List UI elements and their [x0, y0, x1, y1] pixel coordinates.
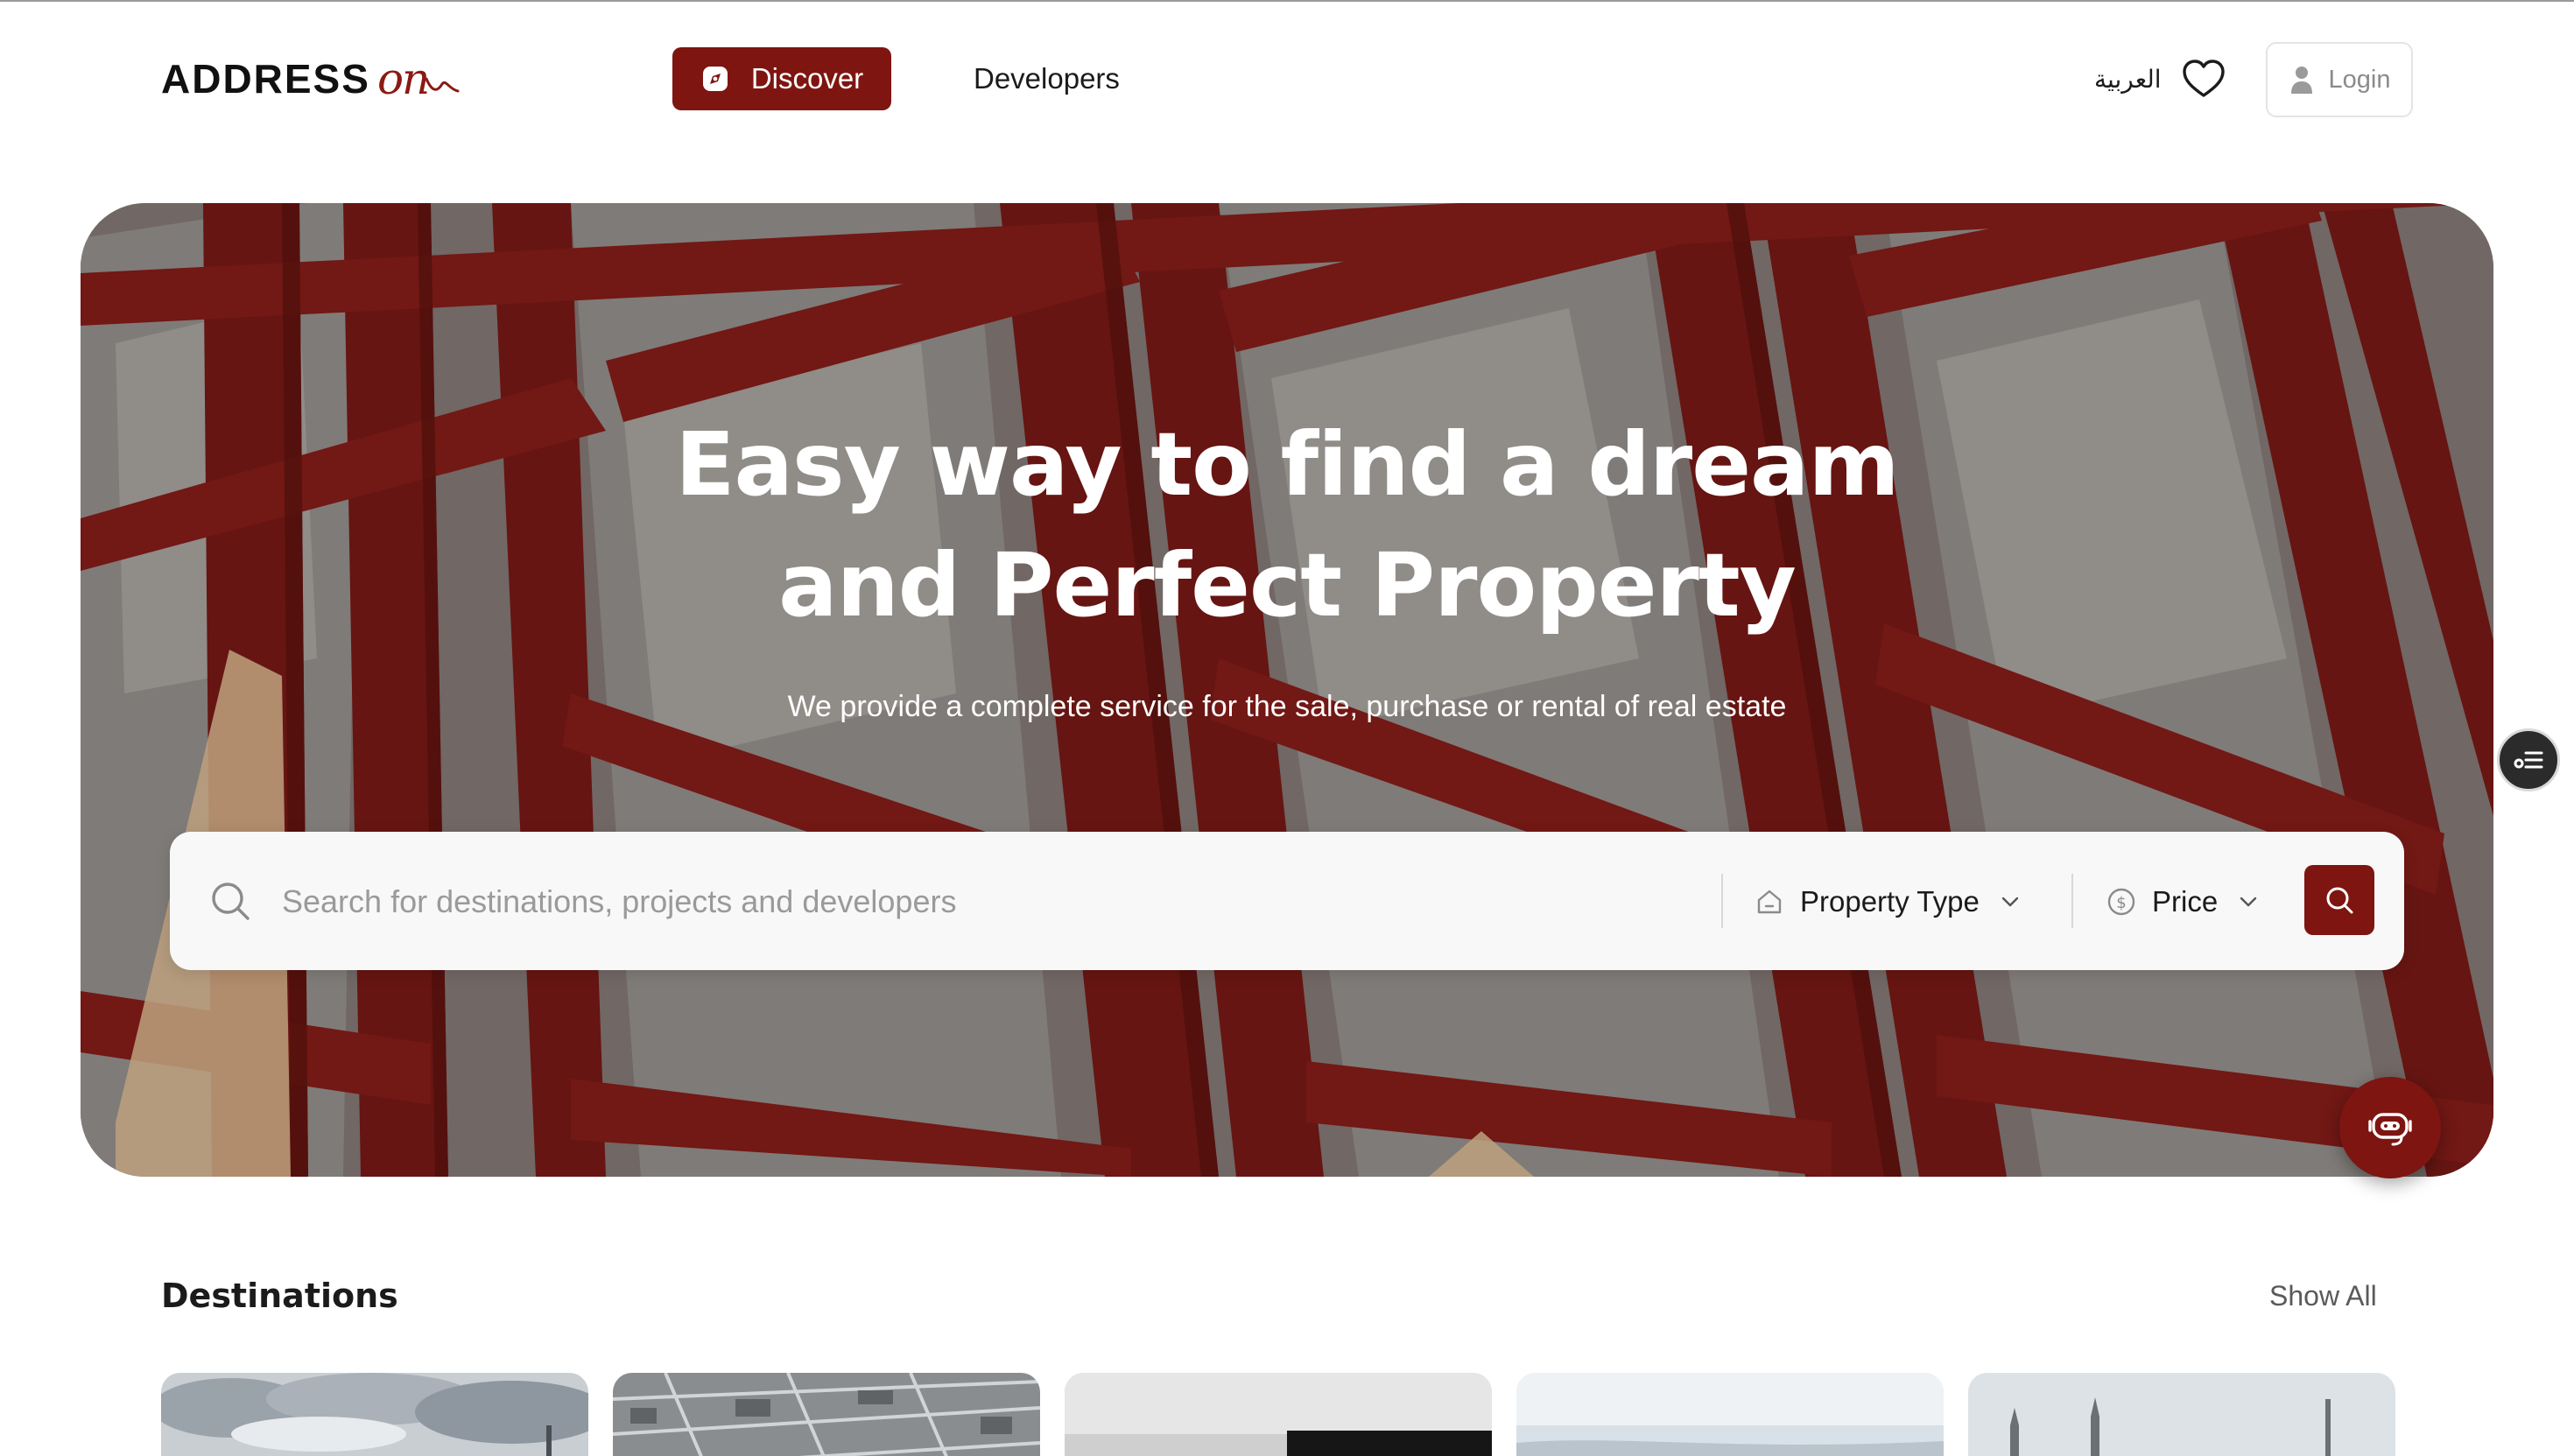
destination-card[interactable] [613, 1373, 1040, 1456]
dollar-circle-icon: $ [2107, 888, 2135, 916]
brand-logo[interactable]: ADDRESS on [161, 53, 460, 105]
house-icon [1757, 890, 1782, 914]
price-dropdown[interactable]: $ Price [2106, 867, 2258, 937]
chevron-down-icon [2001, 897, 2019, 907]
mosque-minarets-photo [1968, 1373, 2395, 1456]
login-button[interactable]: Login [2266, 42, 2413, 117]
search-icon [212, 883, 250, 920]
logo-wordmark: ADDRESS [161, 56, 370, 102]
assistant-chat-button[interactable] [2339, 1077, 2441, 1178]
compass-icon [702, 67, 728, 91]
hero-title-line1: Easy way to find a dream [675, 413, 1899, 516]
nav-discover-button[interactable]: Discover [672, 47, 891, 110]
cloudy-city-photo [161, 1373, 588, 1456]
search-divider [1721, 874, 1723, 928]
destinations-carousel [161, 1373, 2437, 1456]
destinations-heading: Destinations [161, 1277, 398, 1315]
robot-assistant-icon [2368, 1113, 2412, 1146]
user-icon [2290, 67, 2312, 94]
coastline-photo [1516, 1373, 1944, 1456]
destination-card[interactable] [1968, 1373, 2395, 1456]
nav-discover-label: Discover [750, 62, 864, 95]
side-panel-toggle[interactable] [2497, 728, 2560, 791]
nav-developers-link[interactable]: Developers [974, 47, 1120, 110]
search-bar: Property Type $ Price [170, 832, 2404, 970]
hero-subtitle: We provide a complete service for the sa… [787, 690, 1787, 723]
logo-script: on [376, 53, 430, 104]
aerial-city-photo [613, 1373, 1040, 1456]
destination-card[interactable] [161, 1373, 588, 1456]
search-input[interactable] [282, 867, 1858, 937]
nav-developers-label: Developers [974, 62, 1120, 95]
property-type-dropdown[interactable]: Property Type [1755, 867, 2020, 937]
heart-icon[interactable] [2180, 56, 2227, 103]
logo-swash-icon [425, 77, 460, 93]
svg-text:$: $ [2116, 894, 2126, 912]
chevron-down-icon [2240, 897, 2257, 907]
show-all-link[interactable]: Show All [2269, 1280, 2377, 1312]
filter-list-icon [2514, 751, 2543, 769]
language-switch[interactable]: العربية [2094, 56, 2162, 102]
hero-title: Easy way to find a dream and Perfect Pro… [0, 404, 2574, 646]
top-header: ADDRESS on Discover Developers العربية L… [0, 2, 2574, 151]
destination-card[interactable] [1516, 1373, 1944, 1456]
kaaba-photo [1065, 1373, 1492, 1456]
search-divider [2071, 874, 2073, 928]
property-type-label: Property Type [1800, 885, 1980, 918]
search-submit-button[interactable] [2304, 865, 2374, 935]
login-label: Login [2328, 65, 2391, 94]
price-label: Price [2152, 885, 2219, 918]
destination-card[interactable] [1065, 1373, 1492, 1456]
search-icon [2326, 887, 2353, 914]
language-label: العربية [2094, 64, 2162, 94]
hero-title-line2: and Perfect Property [778, 534, 1797, 637]
